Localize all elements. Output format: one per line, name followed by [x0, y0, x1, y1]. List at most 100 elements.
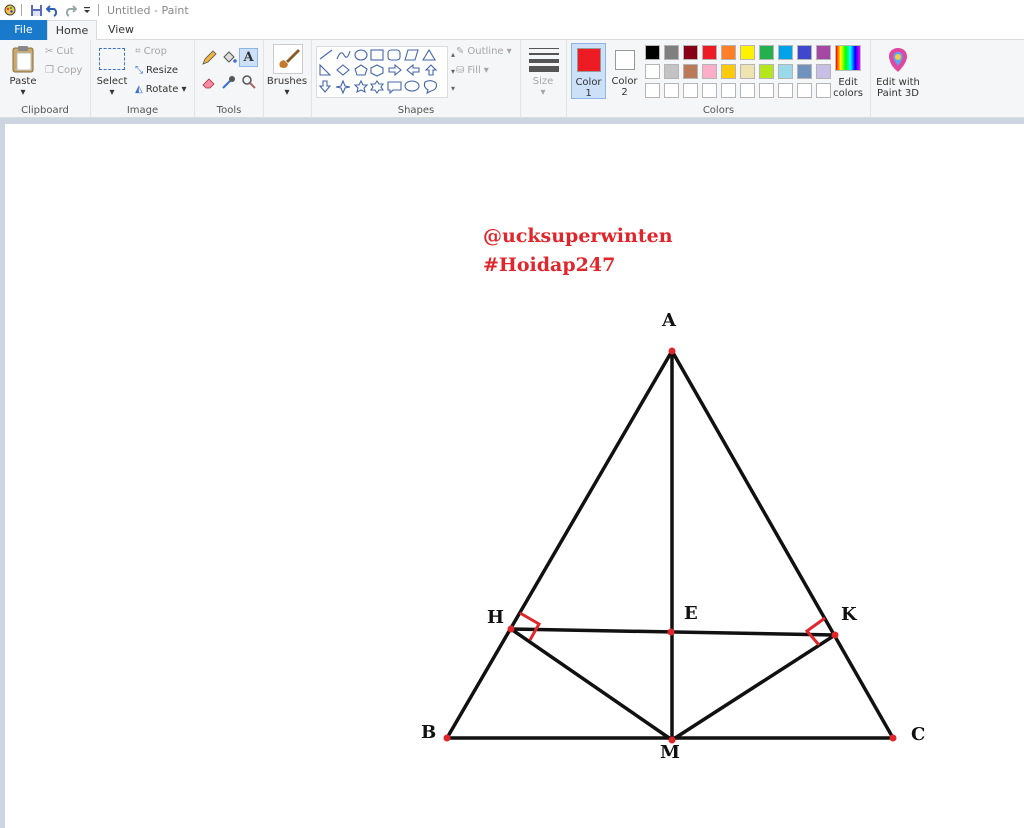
select-dropdown-icon[interactable]: ▾ [95, 87, 129, 98]
palette-swatch[interactable] [740, 83, 755, 98]
size-dropdown-icon[interactable]: ▾ [521, 87, 565, 98]
redo-icon[interactable] [63, 3, 77, 17]
palette-swatch[interactable] [721, 45, 736, 60]
color2-button[interactable]: Color 2 [608, 43, 643, 99]
palette-swatch[interactable] [683, 45, 698, 60]
tab-view[interactable]: View [97, 20, 145, 40]
color-picker-icon[interactable] [221, 74, 237, 90]
palette-swatch[interactable] [759, 45, 774, 60]
label-e: E [684, 603, 698, 624]
palette-swatch[interactable] [664, 64, 679, 79]
tab-home[interactable]: Home [47, 20, 97, 41]
brush-icon [279, 49, 300, 68]
chevron-down-icon: ▾ [483, 65, 489, 76]
edit-colors-label-2[interactable]: colors [829, 88, 867, 99]
select-icon[interactable] [99, 48, 125, 70]
brushes-dropdown-icon[interactable]: ▾ [264, 87, 310, 98]
palette-swatch[interactable] [645, 45, 660, 60]
undo-icon[interactable] [46, 3, 60, 17]
palette-swatch[interactable] [740, 64, 755, 79]
geometry-drawing [443, 347, 897, 744]
palette-swatch[interactable] [645, 64, 660, 79]
scissors-icon: ✂ [45, 46, 54, 57]
palette-swatch[interactable] [645, 83, 660, 98]
label-h: H [487, 607, 505, 628]
customize-qat-icon[interactable] [80, 3, 94, 17]
brushes-button[interactable] [273, 44, 303, 74]
label-a: A [662, 310, 676, 331]
edit-colors-label-1[interactable]: Edit [829, 77, 867, 88]
palette-swatch[interactable] [683, 83, 698, 98]
shapes-gallery[interactable] [316, 46, 448, 98]
segment-ac [670, 349, 895, 740]
rotate-button[interactable]: ◭ Rotate ▾ [135, 84, 186, 95]
palette-swatch[interactable] [702, 83, 717, 98]
tools-group-label: Tools [216, 105, 242, 116]
save-icon[interactable] [29, 3, 43, 17]
palette-swatch[interactable] [702, 64, 717, 79]
resize-button[interactable]: ⤡ Resize [135, 65, 178, 76]
palette-swatch[interactable] [797, 83, 812, 98]
palette-swatch[interactable] [759, 64, 774, 79]
color1-button[interactable]: Color 1 [571, 43, 606, 99]
crop-icon: ⌗ [135, 46, 141, 57]
palette-swatch[interactable] [759, 83, 774, 98]
clipboard-icon [12, 46, 34, 73]
paint-app-icon[interactable] [3, 3, 17, 17]
paint3d-label-2[interactable]: Paint 3D [871, 88, 925, 99]
palette-swatch[interactable] [683, 64, 698, 79]
paste-dropdown-icon[interactable]: ▾ [4, 87, 42, 98]
crop-button[interactable]: ⌗ Crop [135, 46, 167, 57]
colors-group: Color 1 Color 2 Edit colors Colors [567, 40, 871, 118]
palette-swatch[interactable] [740, 45, 755, 60]
eraser-icon[interactable] [201, 74, 217, 90]
size-lines-icon[interactable] [529, 46, 559, 74]
brushes-group: Brushes ▾ [264, 40, 312, 118]
palette-swatch[interactable] [702, 45, 717, 60]
palette-swatch[interactable] [721, 64, 736, 79]
ribbon-tabs: File Home View [0, 20, 1024, 41]
pencil-icon[interactable] [201, 50, 217, 66]
clipboard-group-label: Clipboard [21, 105, 69, 116]
point-h [507, 625, 515, 633]
shapes-group-label: Shapes [397, 105, 435, 116]
point-b [443, 734, 451, 742]
segment-ab [445, 349, 674, 740]
quick-access-toolbar: Untitled - Paint [0, 0, 1024, 20]
chevron-down-icon: ▾ [506, 46, 512, 57]
point-e [667, 628, 675, 636]
magnifier-icon[interactable] [241, 74, 257, 90]
drawing-canvas[interactable]: @ucksuperwinten #Hoidap247 A B C H K E M [5, 124, 1024, 828]
palette-swatch[interactable] [664, 83, 679, 98]
palette-swatch[interactable] [797, 64, 812, 79]
color2-number: 2 [621, 87, 628, 98]
qat-separator [21, 4, 22, 16]
select-label: Select [96, 76, 128, 87]
segment-hm [509, 627, 674, 742]
color2-swatch [615, 50, 635, 70]
triangle-lines [445, 349, 895, 742]
size-group: Size ▾ [521, 40, 567, 118]
copy-button[interactable]: ❐ Copy [45, 65, 82, 76]
outline-button[interactable]: ✎ Outline ▾ [456, 46, 512, 57]
paste-label: Paste [9, 76, 37, 87]
tab-file[interactable]: File [0, 20, 47, 40]
cut-button[interactable]: ✂ Cut [45, 46, 74, 57]
color1-label: Color [575, 77, 602, 88]
edit-colors-icon[interactable] [835, 45, 861, 71]
palette-swatch[interactable] [797, 45, 812, 60]
brushes-label: Brushes [266, 76, 308, 87]
palette-swatch[interactable] [721, 83, 736, 98]
fill-bucket-icon[interactable] [221, 50, 237, 66]
palette-swatch[interactable] [778, 83, 793, 98]
paste-button[interactable] [10, 44, 36, 76]
image-group-label: Image [126, 105, 159, 116]
fill-button[interactable]: ⛁ Fill ▾ [456, 65, 489, 76]
palette-swatch[interactable] [778, 64, 793, 79]
palette-swatch[interactable] [778, 45, 793, 60]
palette-swatch[interactable] [816, 45, 831, 60]
paint3d-label-1[interactable]: Edit with [871, 77, 925, 88]
text-tool-icon[interactable]: A [239, 48, 258, 67]
paint3d-icon[interactable] [885, 46, 911, 74]
palette-swatch[interactable] [664, 45, 679, 60]
